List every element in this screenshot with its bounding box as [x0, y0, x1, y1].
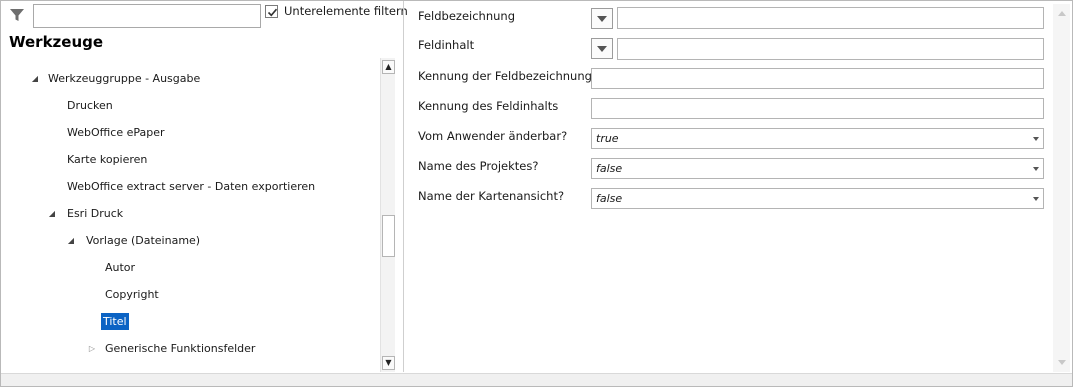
triangle-collapsed-icon[interactable]: ▷	[87, 340, 97, 357]
tree-node-label: Vorlage (Dateiname)	[86, 234, 201, 247]
tree-node-label: WebOffice ePaper	[67, 126, 165, 139]
status-strip	[1, 373, 1072, 386]
scroll-down-icon[interactable]: ▼	[382, 356, 395, 370]
tree-node-label: Copyright	[105, 288, 159, 301]
chevron-down-icon	[597, 46, 607, 52]
tree-node-label: Autor	[105, 261, 136, 274]
user-editable-select[interactable]: true	[591, 128, 1044, 149]
filter-children-checkbox[interactable]	[265, 5, 278, 18]
tree-node-label: Esri Druck	[67, 207, 124, 220]
properties-scrollbar[interactable]	[1053, 4, 1070, 372]
tree-node-label: Werkzeuggruppe - Ausgabe	[48, 72, 201, 85]
triangle-expanded-icon[interactable]: ◢	[30, 70, 40, 87]
field-content-label: Feldinhalt	[418, 38, 475, 52]
filter-children-label: Unterelemente filtern	[284, 4, 408, 18]
filter-input[interactable]	[33, 4, 261, 28]
chevron-down-icon	[1033, 137, 1039, 141]
field-name-id-label: Kennung der Feldbezeichnung	[418, 69, 592, 83]
map-view-name-label: Name der Kartenansicht?	[418, 189, 565, 203]
field-content-input[interactable]	[617, 38, 1044, 60]
triangle-expanded-icon[interactable]: ◢	[66, 232, 76, 249]
tree-node-label: Generische Funktionsfelder	[105, 342, 256, 355]
field-name-id-input[interactable]	[591, 68, 1044, 89]
chevron-down-icon	[1033, 197, 1039, 201]
field-name-input[interactable]	[617, 7, 1044, 29]
panel-title: Werkzeuge	[9, 33, 104, 51]
funnel-icon[interactable]	[9, 7, 25, 23]
project-name-label: Name des Projektes?	[418, 159, 539, 173]
scroll-down-icon[interactable]	[1058, 360, 1066, 365]
scroll-up-icon[interactable]	[1058, 11, 1066, 16]
map-view-name-select[interactable]: false	[591, 188, 1044, 209]
tree-scrollbar[interactable]: ▲ ▼	[380, 58, 395, 372]
scroll-up-icon[interactable]: ▲	[382, 60, 395, 74]
field-content-id-input[interactable]	[591, 98, 1044, 119]
tool-tree: ◢ Werkzeuggruppe - Ausgabe Drucken WebOf…	[3, 58, 396, 373]
project-name-value: false	[596, 162, 623, 175]
tree-node-label: Drucken	[67, 99, 113, 112]
user-editable-label: Vom Anwender änderbar?	[418, 129, 568, 143]
chevron-down-icon	[597, 16, 607, 22]
project-name-select[interactable]: false	[591, 158, 1044, 179]
field-content-id-label: Kennung des Feldinhalts	[418, 99, 559, 113]
field-name-dropdown-button[interactable]	[591, 8, 613, 29]
tree-node-label: Karte kopieren	[67, 153, 148, 166]
tree-node-label: WebOffice extract server - Daten exporti…	[67, 180, 316, 193]
map-view-name-value: false	[596, 192, 623, 205]
tree-node-label: Titel	[101, 313, 129, 330]
field-content-dropdown-button[interactable]	[591, 38, 613, 59]
checkmark-icon	[267, 8, 278, 17]
user-editable-value: true	[596, 132, 619, 145]
field-name-label: Feldbezeichnung	[418, 9, 516, 23]
chevron-down-icon	[1033, 167, 1039, 171]
pane-splitter[interactable]	[403, 1, 404, 372]
triangle-expanded-icon[interactable]: ◢	[47, 205, 57, 222]
scroll-thumb[interactable]	[382, 215, 395, 257]
